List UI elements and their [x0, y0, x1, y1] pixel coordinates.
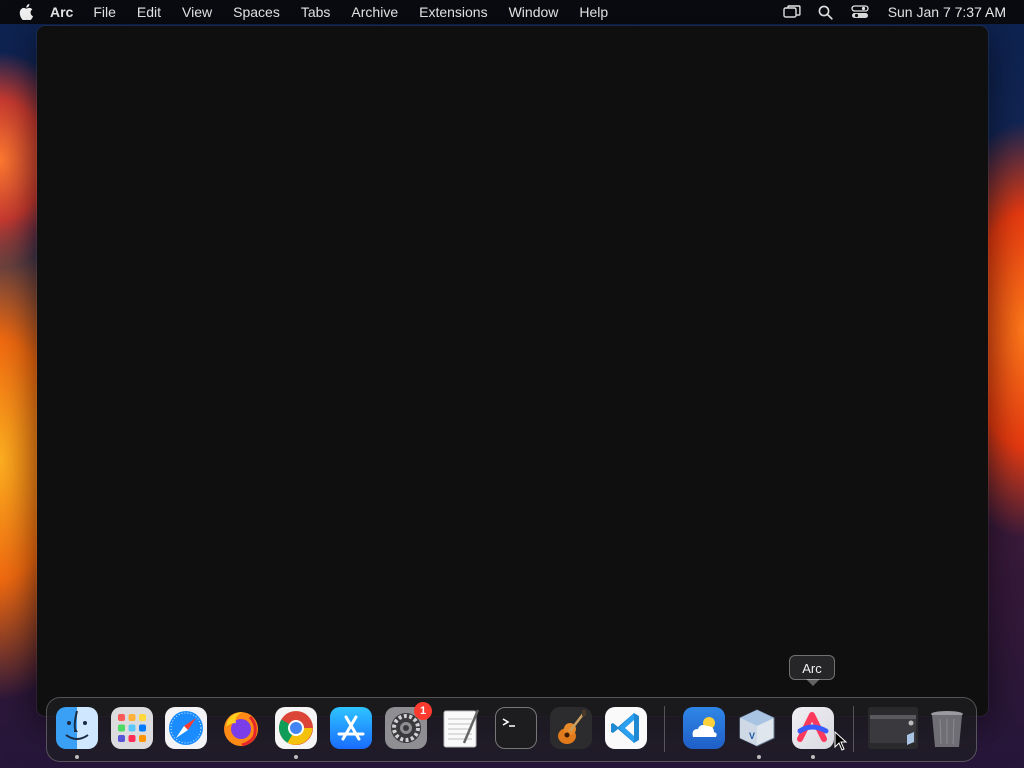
- system-settings-badge: 1: [414, 702, 432, 720]
- weather-icon[interactable]: [683, 707, 725, 749]
- chrome-running-indicator: [294, 755, 298, 759]
- menu-view[interactable]: View: [182, 0, 212, 24]
- virtualbox-icon[interactable]: V: [736, 707, 778, 749]
- apple-menu-icon[interactable]: [19, 4, 33, 20]
- finder-running-indicator: [75, 755, 79, 759]
- safari-icon[interactable]: [165, 707, 207, 749]
- menu-edit[interactable]: Edit: [137, 0, 161, 24]
- svg-text:V: V: [749, 731, 755, 741]
- control-center-icon[interactable]: [850, 4, 870, 20]
- virtualbox-window-icon[interactable]: [868, 707, 918, 749]
- garageband-icon[interactable]: [550, 707, 592, 749]
- menu-archive[interactable]: Archive: [351, 0, 398, 24]
- finder-icon[interactable]: [56, 707, 98, 749]
- menu-bar: Arc File Edit View Spaces Tabs Archive E…: [0, 0, 1024, 24]
- menu-help[interactable]: Help: [579, 0, 608, 24]
- menu-app-name[interactable]: Arc: [50, 0, 73, 24]
- menu-window[interactable]: Window: [509, 0, 559, 24]
- dock-tooltip-arrow: [806, 679, 820, 686]
- arc-running-indicator: [811, 755, 815, 759]
- menu-tabs[interactable]: Tabs: [301, 0, 331, 24]
- vscode-icon[interactable]: [605, 707, 647, 749]
- virtualbox-running-indicator: [757, 755, 761, 759]
- launchpad-icon[interactable]: [111, 707, 153, 749]
- menu-file[interactable]: File: [93, 0, 116, 24]
- textedit-icon[interactable]: [440, 707, 482, 749]
- screen-mirroring-icon[interactable]: [782, 4, 802, 20]
- firefox-icon[interactable]: [220, 707, 262, 749]
- trash-icon[interactable]: [926, 707, 968, 749]
- chrome-icon[interactable]: [275, 707, 317, 749]
- dock-tooltip: Arc: [789, 655, 835, 680]
- dock-separator: [664, 706, 665, 752]
- menu-spaces[interactable]: Spaces: [233, 0, 280, 24]
- menu-bar-clock[interactable]: Sun Jan 7 7:37 AM: [888, 4, 1006, 20]
- mouse-cursor-icon: [834, 730, 848, 751]
- arc-browser-window[interactable]: [37, 26, 988, 716]
- dock-separator-trash: [853, 706, 854, 752]
- dock: V: [46, 697, 977, 762]
- app-store-icon[interactable]: [330, 707, 372, 749]
- menu-extensions[interactable]: Extensions: [419, 0, 487, 24]
- arc-icon[interactable]: [792, 707, 834, 749]
- terminal-icon[interactable]: [495, 707, 537, 749]
- search-icon[interactable]: [816, 4, 836, 20]
